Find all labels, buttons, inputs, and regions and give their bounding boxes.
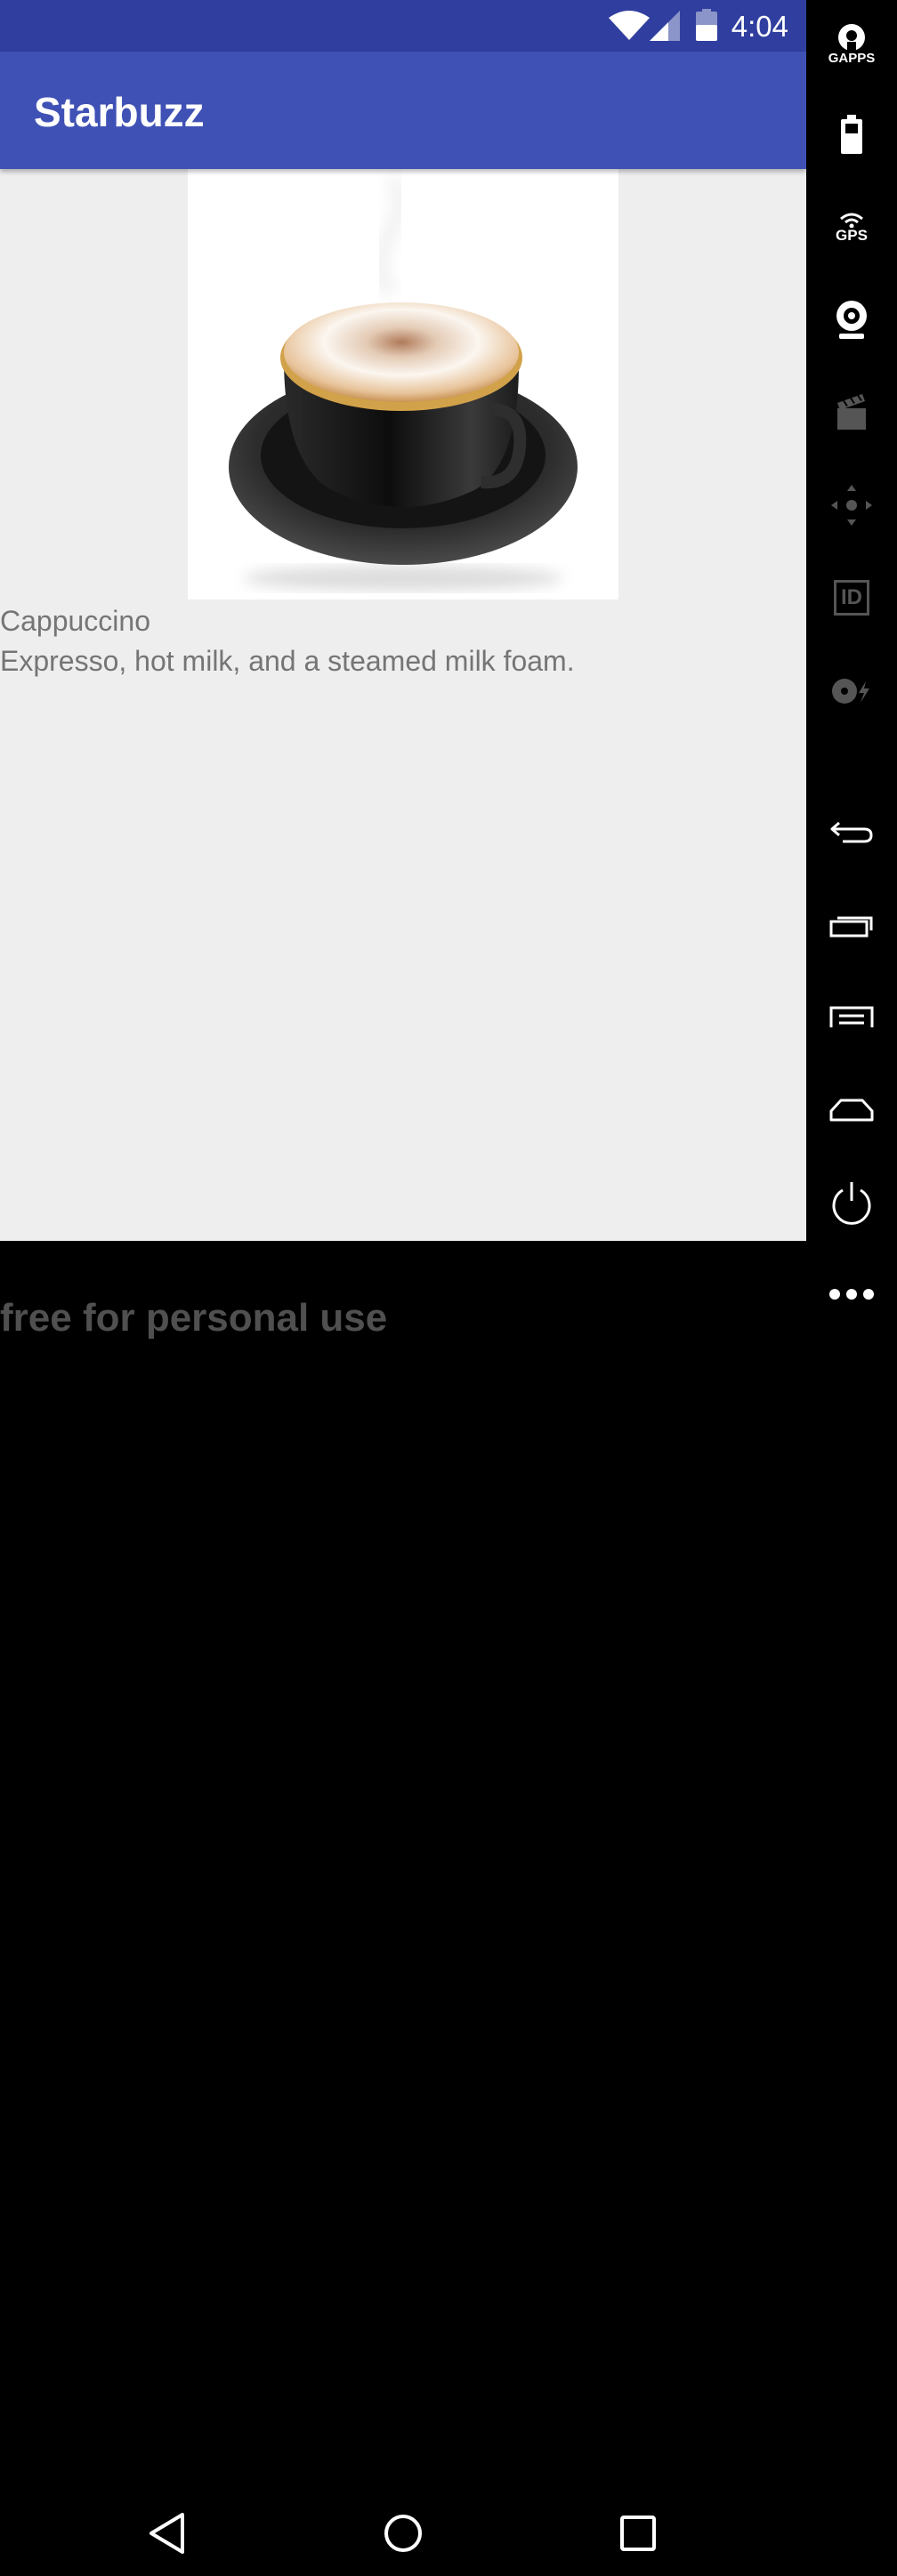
battery-icon [841, 115, 862, 154]
gapps-icon [838, 24, 865, 51]
webcam-button[interactable] [806, 275, 897, 364]
gps-icon [840, 213, 863, 228]
more-icon [829, 1289, 874, 1300]
menu-icon [829, 1006, 874, 1027]
home-circle-icon [384, 2515, 422, 2552]
gps-button[interactable]: GPS [806, 183, 897, 272]
power-button[interactable] [806, 1158, 897, 1247]
id-label: ID [841, 585, 862, 609]
device-screen: 4:04 Starbuzz Cappuccino Expresso, hot m… [0, 0, 806, 1241]
app-title: Starbuzz [34, 89, 205, 135]
clapperboard-icon [837, 394, 866, 430]
back-button[interactable] [806, 787, 897, 876]
more-button[interactable] [806, 1250, 897, 1339]
home-button[interactable] [806, 1066, 897, 1155]
nav-recents-button[interactable] [595, 2491, 681, 2576]
gapps-label: GAPPS [828, 51, 876, 66]
cappuccino-cup-image [188, 169, 618, 600]
recent-apps-button[interactable] [806, 881, 897, 970]
battery-status-icon [696, 9, 717, 41]
recent-apps-icon [829, 916, 873, 938]
cell-signal-icon [650, 11, 680, 41]
disk-icon [832, 679, 869, 704]
disk-button[interactable] [806, 647, 897, 736]
app-bar: Starbuzz [0, 52, 806, 169]
home-icon [829, 1099, 874, 1122]
drink-description: Expresso, hot milk, and a steamed milk f… [0, 645, 575, 677]
dpad-icon [831, 485, 872, 526]
id-icon: ID [834, 580, 869, 616]
dpad-button[interactable] [806, 461, 897, 550]
drink-name: Cappuccino [0, 605, 150, 637]
back-triangle-icon [150, 2513, 184, 2554]
watermark: free for personal use [0, 1296, 388, 1340]
gapps-button[interactable]: GAPPS [806, 0, 897, 71]
emulator-side-panel: GAPPS GPS ID [806, 0, 897, 1342]
status-bar: 4:04 [0, 0, 806, 52]
wifi-icon [609, 11, 650, 40]
nav-home-button[interactable] [360, 2491, 446, 2576]
back-icon [830, 821, 873, 843]
gps-label: GPS [836, 227, 868, 244]
device-id-button[interactable]: ID [806, 553, 897, 642]
menu-button[interactable] [806, 972, 897, 1061]
webcam-icon [836, 301, 867, 339]
power-icon [832, 1182, 871, 1225]
status-time: 4:04 [731, 10, 788, 43]
battery-button[interactable] [806, 90, 897, 179]
recents-square-icon [620, 2516, 656, 2551]
nav-back-button[interactable] [125, 2491, 210, 2576]
screen-record-button[interactable] [806, 367, 897, 456]
